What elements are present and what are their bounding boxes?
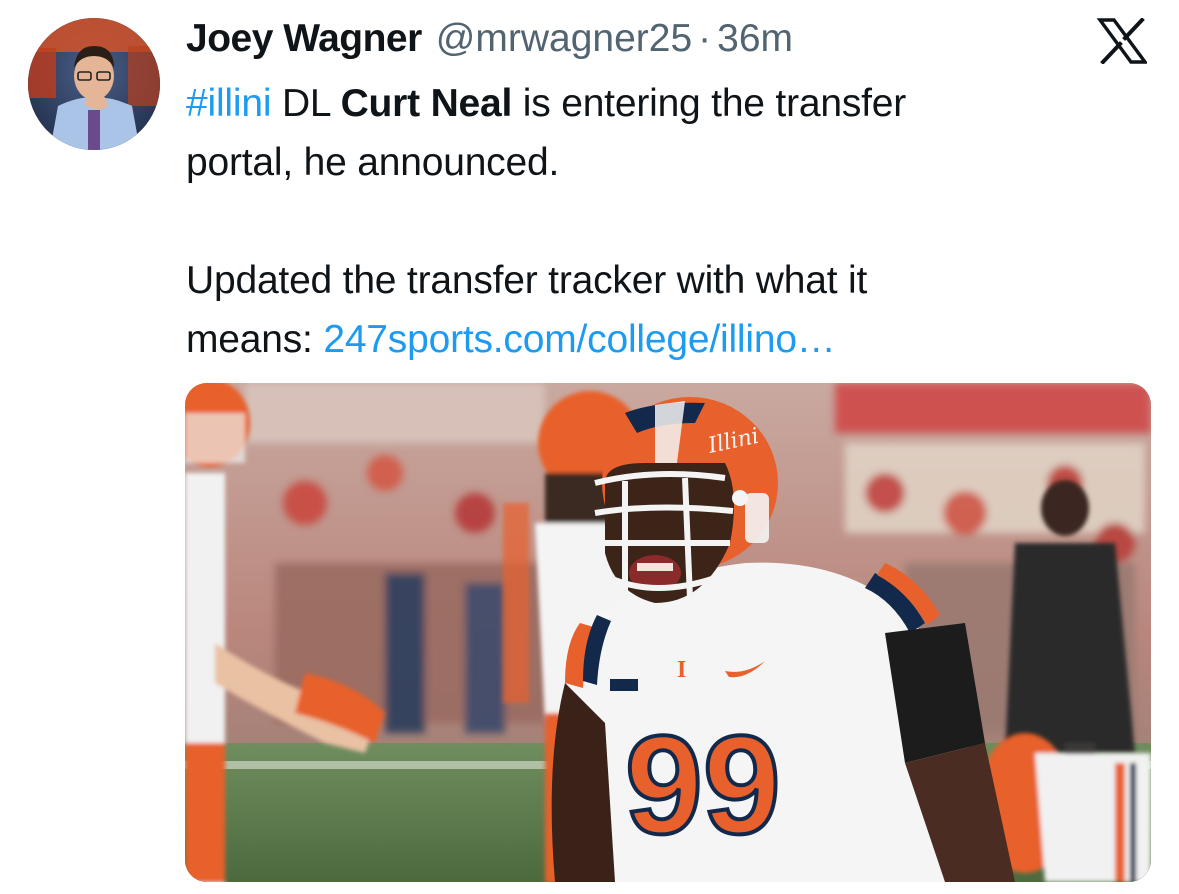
tweet-card[interactable]: Joey Wagner @mrwagner25 · 36m #illini DL… <box>0 0 1179 894</box>
svg-text:I: I <box>677 657 686 683</box>
text-segment: DL <box>271 82 341 125</box>
text-segment: is entering the transfer <box>512 82 907 125</box>
x-logo-icon[interactable] <box>1097 18 1147 64</box>
tweet-timestamp[interactable]: 36m <box>717 14 793 64</box>
tweet-text-line-1: #illini DL Curt Neal is entering the tra… <box>186 74 1086 133</box>
tweet-text-line-4: means: 247sports.com/college/illino… <box>186 310 1086 369</box>
author-avatar[interactable] <box>28 18 160 150</box>
tweet-text-line-2: portal, he announced. <box>186 141 560 184</box>
football-player-photo: I 99 Illini <box>185 383 1151 882</box>
tweet-photo[interactable]: I 99 Illini <box>185 383 1151 882</box>
author-display-name[interactable]: Joey Wagner <box>186 14 422 64</box>
avatar-photo <box>28 18 160 150</box>
player-name: Curt Neal <box>340 82 513 125</box>
header-separator: · <box>698 17 712 60</box>
hashtag-link[interactable]: #illini <box>186 82 272 125</box>
tweet-header: Joey Wagner @mrwagner25 · 36m <box>186 14 793 64</box>
tweet-text-line-3: Updated the transfer tracker with what i… <box>186 259 868 302</box>
article-link[interactable]: 247sports.com/college/illino… <box>323 318 835 361</box>
tweet-text: #illini DL Curt Neal is entering the tra… <box>186 74 1086 369</box>
jersey-number: 99 <box>625 706 781 863</box>
author-handle[interactable]: @mrwagner25 <box>436 14 692 64</box>
text-segment: means: <box>186 318 324 361</box>
